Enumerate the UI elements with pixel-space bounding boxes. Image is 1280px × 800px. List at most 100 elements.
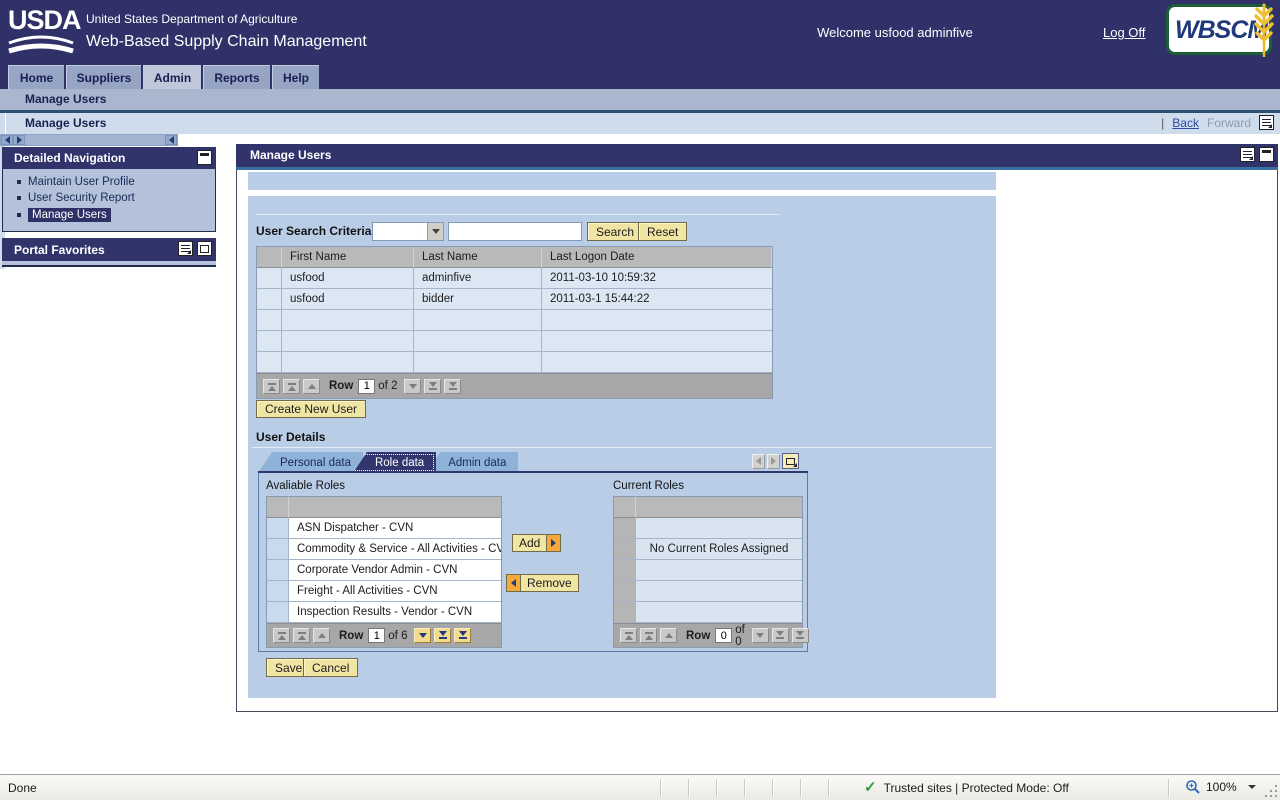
tab-home[interactable]: Home bbox=[8, 65, 64, 89]
tab-admin[interactable]: Admin bbox=[143, 65, 201, 89]
current-row-input[interactable] bbox=[358, 379, 375, 394]
row-up-icon[interactable] bbox=[313, 628, 330, 643]
available-roles-table: ASN Dispatcher - CVN Commodity & Service… bbox=[266, 496, 502, 648]
roles-header-row bbox=[614, 497, 802, 518]
scroll-right-icon[interactable] bbox=[13, 135, 25, 145]
row-down-icon[interactable] bbox=[752, 628, 769, 643]
table-row-empty bbox=[257, 310, 772, 331]
collapse-panel-icon[interactable] bbox=[197, 150, 212, 165]
page-down-icon[interactable] bbox=[434, 628, 451, 643]
search-value-input[interactable] bbox=[448, 222, 582, 241]
table-header-row: First Name Last Name Last Logon Date bbox=[257, 247, 772, 268]
row-selector[interactable] bbox=[267, 560, 289, 581]
tabs-scroll-right-icon[interactable] bbox=[767, 454, 780, 469]
role-item[interactable]: Corporate Vendor Admin - CVN bbox=[289, 560, 501, 581]
scroll-left-icon[interactable] bbox=[1, 135, 13, 145]
user-details-divider bbox=[252, 447, 992, 448]
current-roles-pager: Row of 0 bbox=[614, 623, 802, 647]
role-item[interactable]: Freight - All Activities - CVN bbox=[289, 581, 501, 602]
security-zone-text: Trusted sites | Protected Mode: Off bbox=[884, 781, 1069, 795]
page-up-icon[interactable] bbox=[293, 628, 310, 643]
tabs-scroll-left-icon[interactable] bbox=[752, 454, 765, 469]
selector-column-header bbox=[257, 247, 282, 268]
usda-logo-text: USDA bbox=[8, 5, 74, 35]
row-selector[interactable] bbox=[257, 289, 282, 310]
bullet-icon bbox=[17, 196, 21, 200]
scroll-collapse-icon[interactable] bbox=[165, 135, 177, 145]
last-row-icon[interactable] bbox=[792, 628, 809, 643]
add-role-button[interactable]: Add bbox=[512, 534, 561, 552]
sidebar-item-user-security-report[interactable]: User Security Report bbox=[3, 190, 215, 206]
tab-reports[interactable]: Reports bbox=[203, 65, 270, 89]
department-line: United States Department of Agriculture bbox=[86, 12, 297, 26]
minimize-panel-icon[interactable] bbox=[1259, 147, 1274, 162]
subnav-title[interactable]: Manage Users bbox=[25, 92, 106, 106]
search-criteria-dropdown[interactable] bbox=[372, 222, 444, 241]
expand-panel-icon[interactable] bbox=[197, 241, 212, 256]
reset-button[interactable]: Reset bbox=[638, 222, 687, 241]
panel-menu-icon[interactable] bbox=[178, 241, 193, 256]
table-row: usfood adminfive 2011-03-10 10:59:32 bbox=[257, 268, 772, 289]
chevron-down-icon[interactable] bbox=[427, 223, 443, 240]
row-down-icon[interactable] bbox=[404, 379, 421, 394]
sidebar-horizontal-scrollbar[interactable] bbox=[0, 134, 178, 146]
table-pager: Row of 2 bbox=[257, 373, 772, 398]
row-selector[interactable] bbox=[267, 602, 289, 623]
tab-admin-data[interactable]: Admin data bbox=[426, 452, 518, 473]
row-selector[interactable] bbox=[267, 518, 289, 539]
last-row-icon[interactable] bbox=[454, 628, 471, 643]
page-down-icon[interactable] bbox=[424, 379, 441, 394]
first-row-icon[interactable] bbox=[620, 628, 637, 643]
row-selector[interactable] bbox=[267, 539, 289, 560]
detach-tab-icon[interactable] bbox=[782, 453, 799, 469]
roles-header-row bbox=[267, 497, 501, 518]
remove-role-button[interactable]: Remove bbox=[506, 574, 579, 592]
role-item[interactable]: ASN Dispatcher - CVN bbox=[289, 518, 501, 539]
usda-logo: USDA bbox=[8, 5, 74, 59]
page-down-icon[interactable] bbox=[772, 628, 789, 643]
row-down-icon[interactable] bbox=[414, 628, 431, 643]
panel-options-icon[interactable] bbox=[1240, 147, 1255, 162]
row-selector[interactable] bbox=[257, 268, 282, 289]
last-row-icon[interactable] bbox=[444, 379, 461, 394]
user-details-tabstrip: Personal data Role data Admin data bbox=[258, 452, 808, 473]
cell-last-name: bidder bbox=[414, 289, 542, 310]
page-up-icon[interactable] bbox=[640, 628, 657, 643]
forward-link[interactable]: Forward bbox=[1207, 116, 1251, 130]
sidebar-item-manage-users[interactable]: Manage Users bbox=[3, 206, 215, 224]
first-row-icon[interactable] bbox=[263, 379, 280, 394]
zoom-control[interactable]: 100% bbox=[1185, 779, 1256, 795]
row-up-icon[interactable] bbox=[660, 628, 677, 643]
bullet-icon bbox=[17, 213, 21, 217]
cell-last-logon: 2011-03-10 10:59:32 bbox=[542, 268, 772, 289]
wheat-icon bbox=[1253, 3, 1275, 59]
first-row-icon[interactable] bbox=[273, 628, 290, 643]
back-link[interactable]: Back bbox=[1172, 116, 1199, 130]
trusted-check-icon: ✓ bbox=[864, 780, 877, 795]
tab-role-data[interactable]: Role data bbox=[353, 452, 436, 473]
resize-grip[interactable] bbox=[1275, 795, 1277, 797]
tab-suppliers[interactable]: Suppliers bbox=[66, 65, 141, 89]
page-up-icon[interactable] bbox=[283, 379, 300, 394]
tab-personal-data[interactable]: Personal data bbox=[258, 452, 363, 473]
create-new-user-button[interactable]: Create New User bbox=[256, 400, 366, 418]
current-row-input[interactable] bbox=[715, 628, 732, 643]
role-row: Commodity & Service - All Activities - C… bbox=[267, 539, 501, 560]
role-row: ASN Dispatcher - CVN bbox=[267, 518, 501, 539]
cancel-button[interactable]: Cancel bbox=[303, 658, 358, 677]
sidebar-item-maintain-user-profile[interactable]: Maintain User Profile bbox=[3, 174, 215, 190]
row-up-icon[interactable] bbox=[303, 379, 320, 394]
column-last-name: Last Name bbox=[414, 247, 542, 268]
role-row-empty bbox=[614, 602, 802, 623]
tab-help[interactable]: Help bbox=[272, 65, 319, 89]
log-off-link[interactable]: Log Off bbox=[1103, 25, 1145, 40]
history-menu-icon[interactable] bbox=[1259, 115, 1274, 130]
app-header: USDA United States Department of Agricul… bbox=[0, 0, 1280, 64]
row-selector[interactable] bbox=[267, 581, 289, 602]
search-button[interactable]: Search bbox=[587, 222, 643, 241]
role-row: Freight - All Activities - CVN bbox=[267, 581, 501, 602]
current-row-input[interactable] bbox=[368, 628, 385, 643]
role-item[interactable]: Commodity & Service - All Activities - C… bbox=[289, 539, 501, 560]
role-item[interactable]: Inspection Results - Vendor - CVN bbox=[289, 602, 501, 623]
content-divider bbox=[256, 214, 780, 215]
